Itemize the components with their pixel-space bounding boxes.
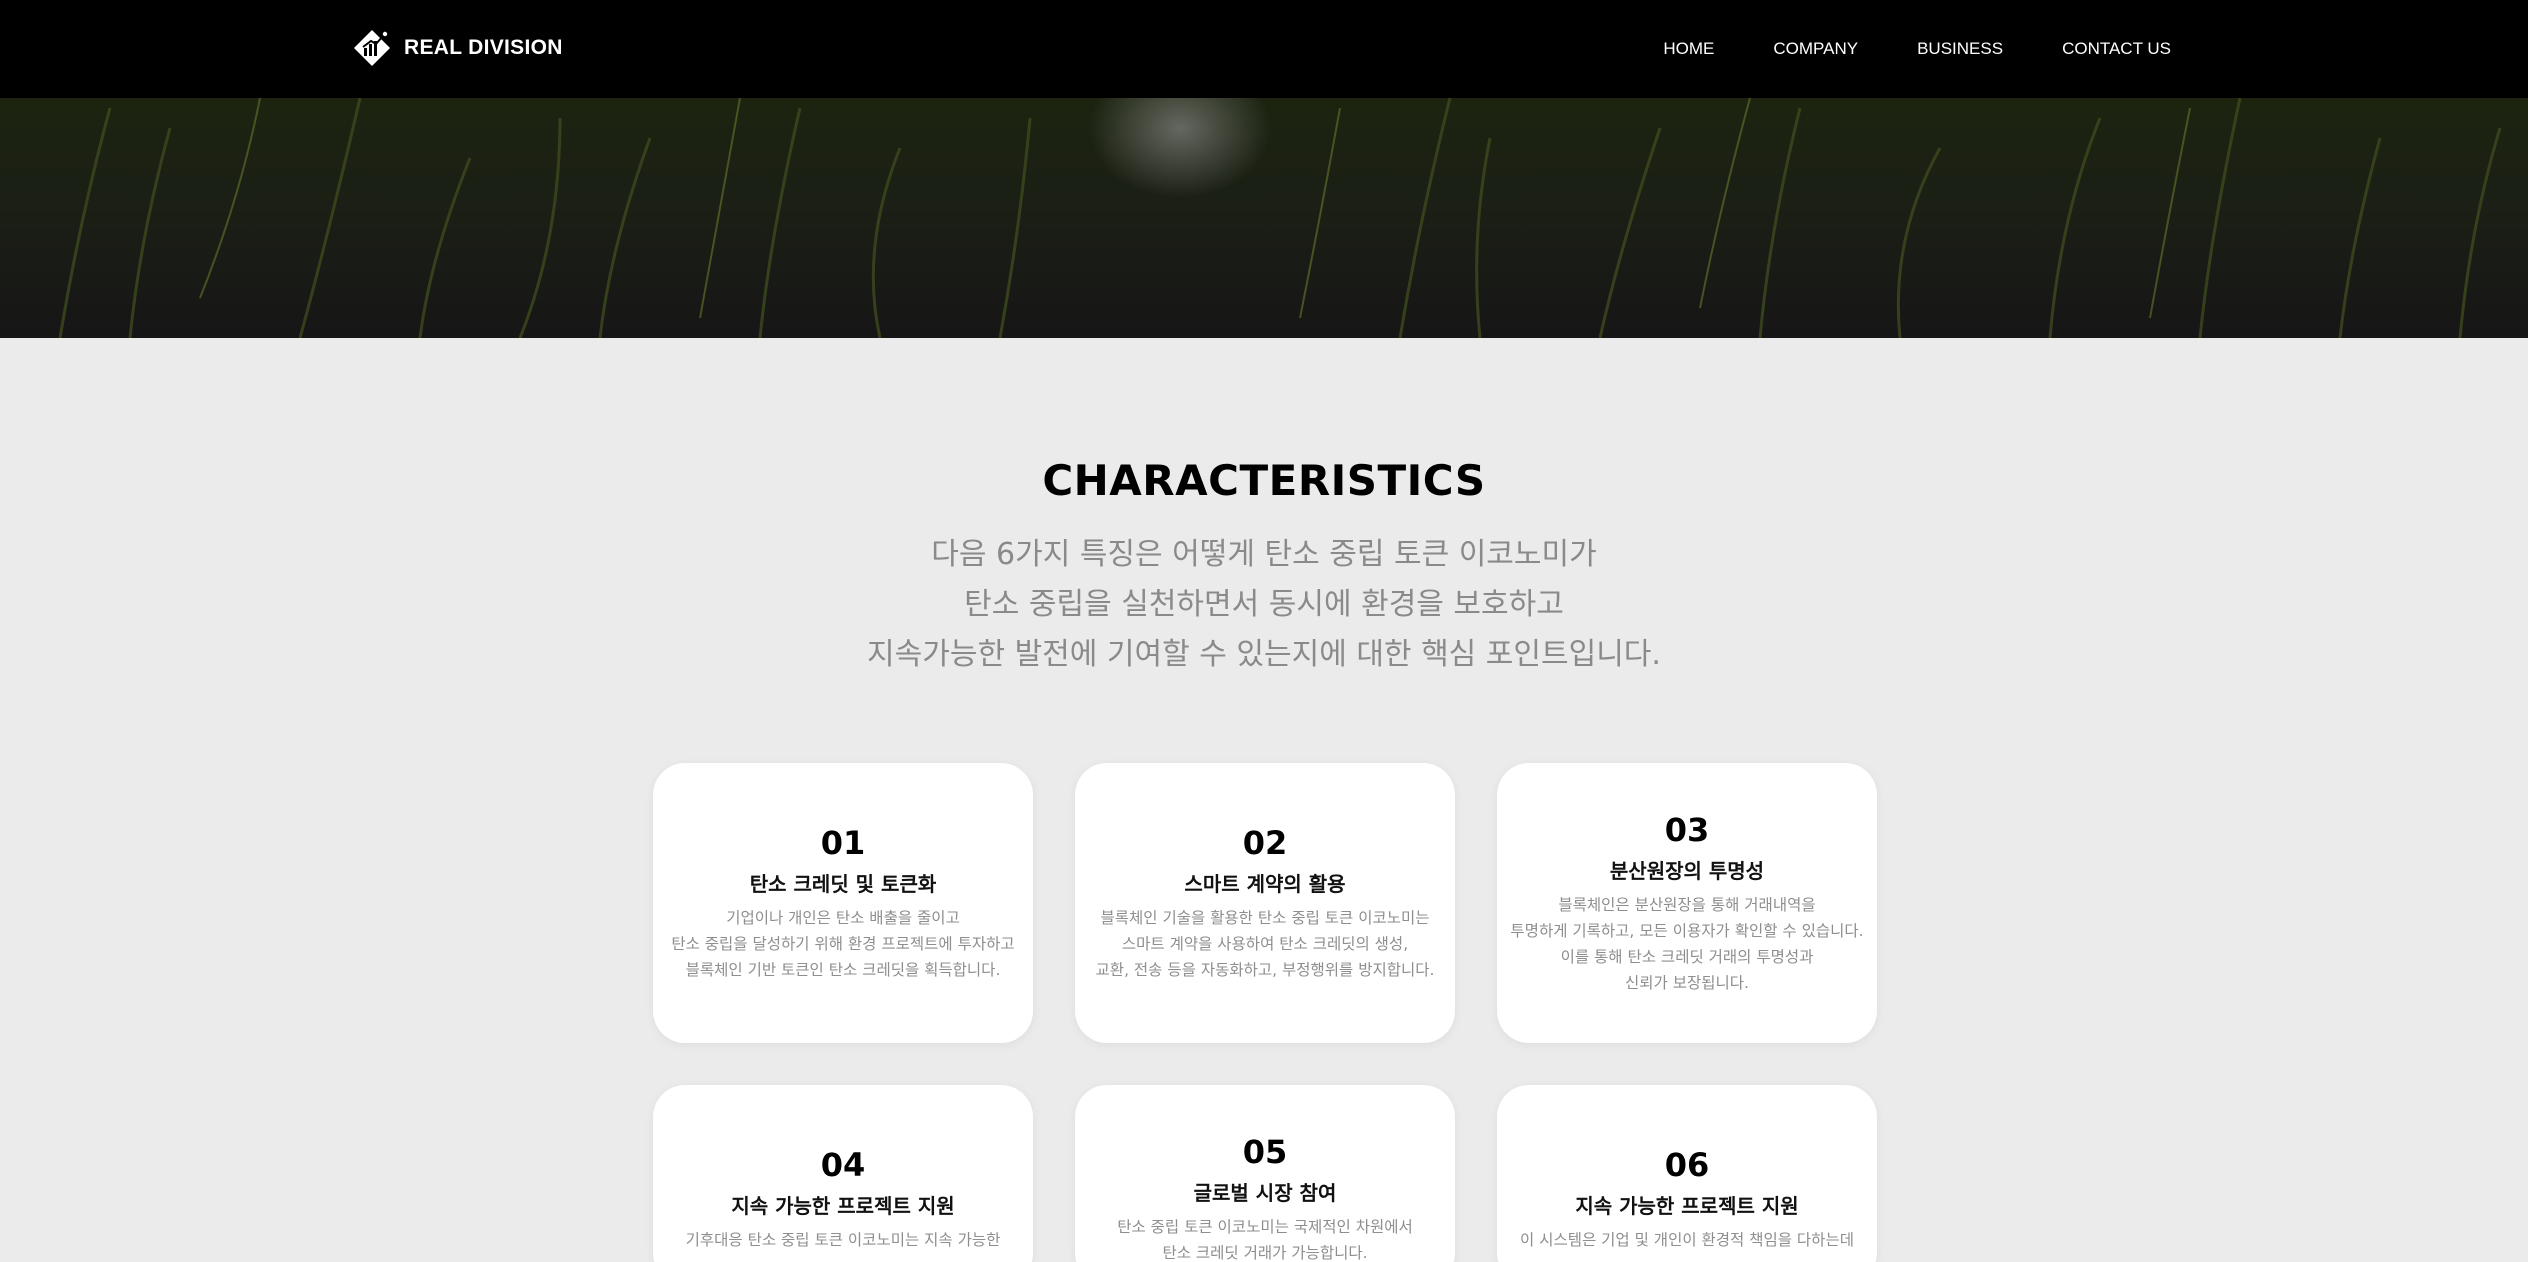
- card-desc-line: 탄소 크레딧 거래가 가능합니다.: [1162, 1244, 1368, 1262]
- nav-contact-us[interactable]: CONTACT US: [2062, 39, 2171, 59]
- card-desc-line: 블록체인 기반 토큰인 탄소 크레딧을 획득합니다.: [685, 961, 1001, 979]
- feature-card-03: 03 분산원장의 투명성 블록체인은 분산원장을 통해 거래내역을 투명하게 기…: [1497, 763, 1877, 1043]
- card-desc-line: 기업이나 개인은 탄소 배출을 줄이고: [726, 909, 960, 927]
- card-description: 블록체인 기술을 활용한 탄소 중립 토큰 이코노미는 스마트 계약을 사용하여…: [1075, 905, 1455, 983]
- card-number: 02: [1242, 824, 1288, 862]
- subtitle-line: 탄소 중립을 실천하면서 동시에 환경을 보호하고: [964, 587, 1564, 622]
- card-description: 블록체인은 분산원장을 통해 거래내역을 투명하게 기록하고, 모든 이용자가 …: [1497, 892, 1877, 996]
- brand-logo-icon: [354, 30, 390, 66]
- subtitle-line: 다음 6가지 특징은 어떻게 탄소 중립 토큰 이코노미가: [931, 537, 1597, 572]
- card-desc-line: 스마트 계약을 사용하여 탄소 크레딧의 생성,: [1121, 935, 1409, 953]
- section-title: CHARACTERISTICS: [1042, 456, 1486, 505]
- card-desc-line: 교환, 전송 등을 자동화하고, 부정행위를 방지합니다.: [1095, 961, 1435, 979]
- brand-link[interactable]: REAL DIVISION: [352, 26, 563, 70]
- card-number: 01: [820, 824, 866, 862]
- feature-card-01: 01 탄소 크레딧 및 토큰화 기업이나 개인은 탄소 배출을 줄이고 탄소 중…: [653, 763, 1033, 1043]
- card-description: 탄소 중립 토큰 이코노미는 국제적인 차원에서 탄소 크레딧 거래가 가능합니…: [1075, 1214, 1455, 1262]
- nav-home[interactable]: HOME: [1663, 39, 1714, 59]
- card-description: 기후대응 탄소 중립 토큰 이코노미는 지속 가능한: [653, 1227, 1033, 1253]
- card-desc-line: 탄소 중립을 달성하기 위해 환경 프로젝트에 투자하고: [671, 935, 1015, 953]
- card-desc-line: 이를 통해 탄소 크레딧 거래의 투명성과: [1560, 948, 1814, 966]
- card-number: 03: [1664, 811, 1710, 849]
- card-title: 분산원장의 투명성: [1609, 859, 1765, 883]
- grass-illustration: [58, 98, 2502, 338]
- card-description: 이 시스템은 기업 및 개인이 환경적 책임을 다하는데: [1497, 1227, 1877, 1253]
- card-desc-line: 블록체인은 분산원장을 통해 거래내역을: [1558, 896, 1816, 914]
- card-number: 05: [1242, 1133, 1288, 1171]
- card-desc-line: 이 시스템은 기업 및 개인이 환경적 책임을 다하는데: [1520, 1231, 1854, 1249]
- card-description: 기업이나 개인은 탄소 배출을 줄이고 탄소 중립을 달성하기 위해 환경 프로…: [653, 905, 1033, 983]
- card-desc-line: 블록체인 기술을 활용한 탄소 중립 토큰 이코노미는: [1100, 909, 1430, 927]
- card-title: 지속 가능한 프로젝트 지원: [1575, 1194, 1799, 1218]
- brand-name: REAL DIVISION: [404, 36, 563, 59]
- feature-card-06: 06 지속 가능한 프로젝트 지원 이 시스템은 기업 및 개인이 환경적 책임…: [1497, 1085, 1877, 1262]
- card-title: 글로벌 시장 참여: [1193, 1181, 1337, 1205]
- nav-business[interactable]: BUSINESS: [1917, 39, 2003, 59]
- card-title: 탄소 크레딧 및 토큰화: [749, 872, 937, 896]
- subtitle-line: 지속가능한 발전에 기여할 수 있는지에 대한 핵심 포인트입니다.: [867, 637, 1661, 672]
- card-desc-line: 탄소 중립 토큰 이코노미는 국제적인 차원에서: [1117, 1218, 1413, 1236]
- card-desc-line: 기후대응 탄소 중립 토큰 이코노미는 지속 가능한: [685, 1231, 1001, 1249]
- card-title: 스마트 계약의 활용: [1184, 872, 1346, 896]
- card-title: 지속 가능한 프로젝트 지원: [731, 1194, 955, 1218]
- card-desc-line: 신뢰가 보장됩니다.: [1625, 974, 1749, 992]
- feature-card-05: 05 글로벌 시장 참여 탄소 중립 토큰 이코노미는 국제적인 차원에서 탄소…: [1075, 1085, 1455, 1262]
- nav-company[interactable]: COMPANY: [1773, 39, 1858, 59]
- section-subtitle: 다음 6가지 특징은 어떻게 탄소 중립 토큰 이코노미가 탄소 중립을 실천하…: [0, 530, 2528, 680]
- top-navigation-bar: REAL DIVISION HOME COMPANY BUSINESS CONT…: [0, 0, 2528, 98]
- hero-banner-image: [0, 98, 2528, 338]
- feature-card-02: 02 스마트 계약의 활용 블록체인 기술을 활용한 탄소 중립 토큰 이코노미…: [1075, 763, 1455, 1043]
- feature-card-04: 04 지속 가능한 프로젝트 지원 기후대응 탄소 중립 토큰 이코노미는 지속…: [653, 1085, 1033, 1262]
- main-nav: HOME COMPANY BUSINESS CONTACT US: [1663, 0, 2171, 98]
- card-number: 04: [820, 1146, 866, 1184]
- card-number: 06: [1664, 1146, 1710, 1184]
- card-desc-line: 투명하게 기록하고, 모든 이용자가 확인할 수 있습니다.: [1510, 922, 1864, 940]
